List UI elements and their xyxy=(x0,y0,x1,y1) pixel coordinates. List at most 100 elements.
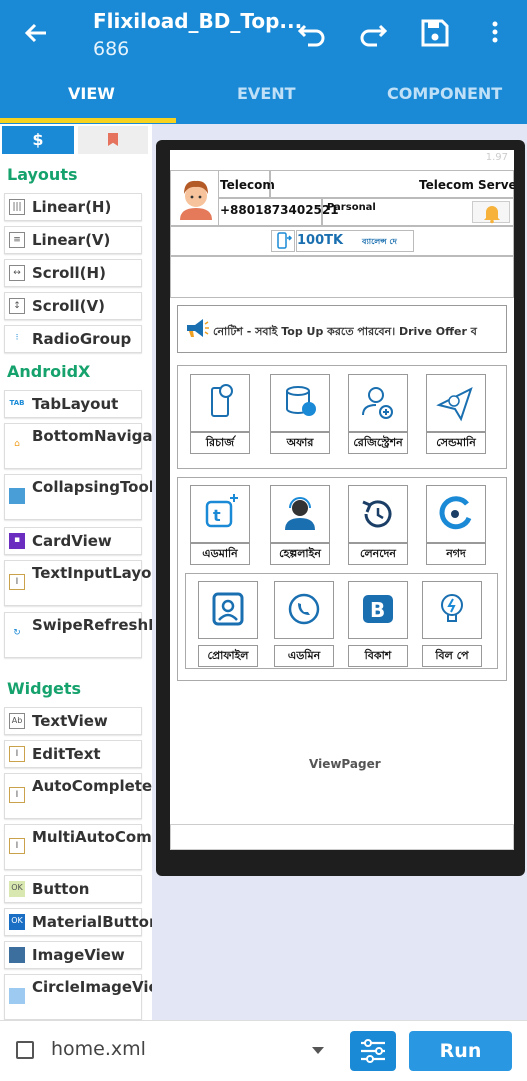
app-bar: Flixiload_BD_Top... 686 VIEW EVENT COMPO… xyxy=(0,0,527,124)
palette-item-linear-h[interactable]: ||| Linear(H) xyxy=(4,193,142,221)
admin-tile[interactable] xyxy=(274,581,334,639)
palette-item-edittext[interactable]: I EditText xyxy=(4,740,142,768)
bkash-tile[interactable]: B xyxy=(348,581,408,639)
palette-item-circleimageview[interactable]: CircleImageView xyxy=(4,974,152,1020)
megaphone-icon xyxy=(183,315,209,345)
telecom-label: Telecom xyxy=(220,178,275,192)
phone-refresh-icon[interactable] xyxy=(271,230,295,252)
svg-text:t: t xyxy=(213,506,221,525)
button-icon: OK xyxy=(9,881,25,897)
sendmoney-tile[interactable] xyxy=(426,374,486,432)
notification-bell-icon[interactable] xyxy=(472,201,510,224)
properties-button[interactable] xyxy=(350,1031,396,1071)
palette-item-collapsing-toolbar[interactable]: CollapsingToolbar xyxy=(4,474,152,520)
palette-item-bottomnav[interactable]: ⌂BottomNavigationView xyxy=(4,423,152,469)
back-arrow-icon[interactable] xyxy=(22,18,52,54)
bkash-label: বিকাশ xyxy=(348,645,408,667)
avatar-icon xyxy=(176,176,216,224)
palette-tab-widgets[interactable]: $ xyxy=(2,126,74,154)
autocomplete-icon: I xyxy=(9,787,25,803)
palette-item-linear-v[interactable]: ≡ Linear(V) xyxy=(4,226,142,254)
billpay-tile[interactable] xyxy=(422,581,482,639)
tab-indicator xyxy=(0,118,176,123)
scroll-v-icon: ↕ xyxy=(9,298,25,314)
palette-item-autocomplete[interactable]: IAutoCompleteTextView xyxy=(4,773,152,819)
balance-amount: 100TK xyxy=(297,233,344,248)
tab-component[interactable]: COMPONENT xyxy=(387,84,502,103)
corner-number: 1.97 xyxy=(485,152,508,163)
transactions-label: লেনদেন xyxy=(348,543,408,565)
recharge-tile[interactable] xyxy=(190,374,250,432)
phone-screen: 1.97 Telecom Telecom Server +88018734025… xyxy=(170,150,514,850)
palette-item-materialbutton[interactable]: OK MaterialButton xyxy=(4,908,152,936)
addmoney-tile[interactable]: t xyxy=(190,485,250,543)
linear-v-icon: ≡ xyxy=(9,232,25,248)
palette-tabs: $ xyxy=(0,124,152,156)
palette-item-textview[interactable]: Ab TextView xyxy=(4,707,142,735)
palette-item-multiautocomplete[interactable]: IMultiAutoCompleteTextView xyxy=(4,824,152,870)
redo-icon[interactable] xyxy=(357,18,389,52)
nagad-label: নগদ xyxy=(426,543,486,565)
undo-icon[interactable] xyxy=(296,18,328,52)
bottom-bar: home.xml Run xyxy=(0,1020,527,1081)
materialbutton-icon: OK xyxy=(9,914,25,930)
file-dropdown-icon[interactable] xyxy=(312,1047,324,1054)
linear-h-icon: ||| xyxy=(9,199,25,215)
palette-item-tablayout[interactable]: TAB TabLayout xyxy=(4,390,142,418)
tab-view[interactable]: VIEW xyxy=(68,84,115,103)
addmoney-label: এডমানি xyxy=(190,543,250,565)
bottom-strip xyxy=(170,824,514,850)
collapsing-toolbar-icon xyxy=(9,488,25,504)
svg-text:B: B xyxy=(370,598,385,622)
circleimageview-icon xyxy=(9,988,25,1004)
project-id: 686 xyxy=(93,38,130,60)
palette-item-radiogroup[interactable]: ⁝ RadioGroup xyxy=(4,325,142,353)
cardview-icon: ▪ xyxy=(9,533,25,549)
profile-label: প্রোফাইল xyxy=(198,645,258,667)
palette-item-textinputlayout[interactable]: ITextInputLayout xyxy=(4,560,152,606)
recharge-label: রিচার্জ xyxy=(190,432,250,454)
bookmark-icon xyxy=(108,133,118,146)
edittext-icon: I xyxy=(9,746,25,762)
file-checkbox-icon[interactable] xyxy=(16,1041,34,1059)
sendmoney-label: সেন্ডমানি xyxy=(426,432,486,454)
palette-item-swiperefresh[interactable]: ↻SwipeRefreshLayout xyxy=(4,612,152,658)
file-name[interactable]: home.xml xyxy=(51,1038,146,1060)
nagad-tile[interactable] xyxy=(426,485,486,543)
sliders-icon xyxy=(361,1039,385,1063)
palette-tab-favorites[interactable] xyxy=(78,126,148,154)
run-button[interactable]: Run xyxy=(409,1031,512,1071)
palette-item-scroll-v[interactable]: ↕ Scroll(V) xyxy=(4,292,142,320)
palette-item-imageview[interactable]: ImageView xyxy=(4,941,142,969)
save-icon[interactable] xyxy=(420,18,450,52)
imageview-icon xyxy=(9,947,25,963)
billpay-label: বিল পে xyxy=(422,645,482,667)
transactions-tile[interactable] xyxy=(348,485,408,543)
offer-tile[interactable] xyxy=(270,374,330,432)
textinputlayout-icon: I xyxy=(9,574,25,590)
radiogroup-icon: ⁝ xyxy=(15,333,19,343)
bottomnav-icon: ⌂ xyxy=(14,439,20,449)
profile-tile[interactable] xyxy=(198,581,258,639)
tablayout-icon: TAB xyxy=(9,399,25,407)
spacer-view xyxy=(170,256,514,298)
phone-number: +8801873402521 xyxy=(220,203,339,217)
registration-label: রেজিস্ট্রেশন xyxy=(348,432,408,454)
registration-tile[interactable] xyxy=(348,374,408,432)
tab-event[interactable]: EVENT xyxy=(237,84,296,103)
section-layouts: Layouts xyxy=(7,165,78,184)
admin-label: এডমিন xyxy=(274,645,334,667)
more-options-icon[interactable] xyxy=(488,18,502,52)
project-title: Flixiload_BD_Top... xyxy=(93,9,303,33)
palette-item-scroll-h[interactable]: ↔ Scroll(H) xyxy=(4,259,142,287)
textview-icon: Ab xyxy=(9,713,25,729)
offer-label: অফার xyxy=(270,432,330,454)
multiautocomplete-icon: I xyxy=(9,838,25,854)
scroll-h-icon: ↔ xyxy=(9,265,25,281)
section-androidx: AndroidX xyxy=(7,362,91,381)
helpline-tile[interactable] xyxy=(270,485,330,543)
notice-text: নোটিশ - সবাই Top Up করতে পারবেন। Drive O… xyxy=(213,325,477,338)
palette-item-cardview[interactable]: ▪ CardView xyxy=(4,527,142,555)
palette-item-button[interactable]: OK Button xyxy=(4,875,142,903)
viewpager-label: ViewPager xyxy=(309,757,381,771)
